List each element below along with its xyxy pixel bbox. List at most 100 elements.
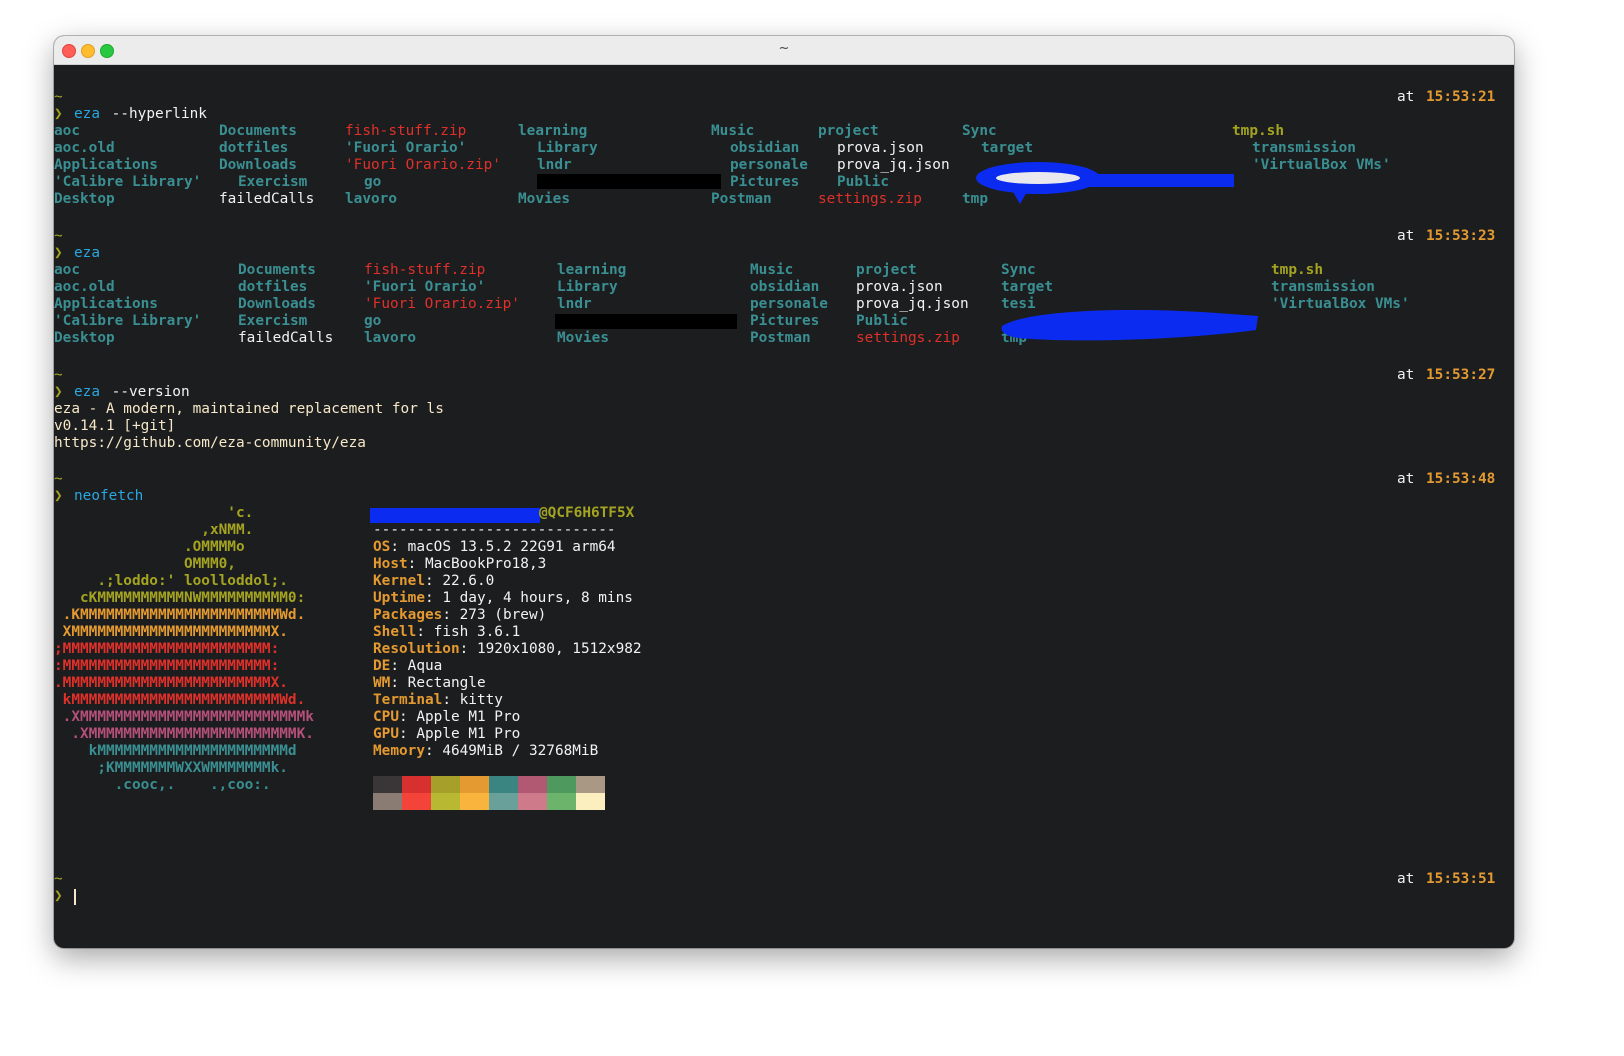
- dir-entry[interactable]: 'Fuori Orario': [345, 140, 466, 157]
- dir-entry[interactable]: Movies: [557, 330, 609, 347]
- dir-entry[interactable]: Music: [711, 123, 754, 140]
- dir-entry[interactable]: go: [364, 174, 381, 191]
- info-value: 273 (brew): [450, 607, 547, 623]
- info-label: CPU: [373, 709, 399, 725]
- dir-entry[interactable]: Music: [750, 262, 793, 279]
- logo-line: .KMMMMMMMMMMMMMMMMMMMMMMMWd.: [54, 607, 306, 623]
- file-entry[interactable]: prova.json: [856, 279, 943, 296]
- dir-entry[interactable]: project: [856, 262, 917, 279]
- dir-entry[interactable]: Pictures: [730, 174, 799, 191]
- info-label: Shell: [373, 624, 417, 640]
- dir-entry[interactable]: Movies: [518, 191, 570, 208]
- output-line[interactable]: https://github.com/eza-community/eza: [54, 435, 366, 452]
- dir-entry[interactable]: Sync: [962, 123, 997, 140]
- logo-line: OMMM0,: [54, 556, 236, 572]
- color-swatch: [402, 793, 431, 810]
- archive-entry[interactable]: 'Fuori Orario.zip': [345, 157, 501, 174]
- script-entry[interactable]: tmp.sh: [1271, 262, 1323, 279]
- text-cursor[interactable]: [74, 889, 76, 905]
- prompt-symbol: ❯: [54, 384, 63, 400]
- info-colon: :: [390, 658, 399, 674]
- dir-entry[interactable]: go: [364, 313, 381, 330]
- dir-entry[interactable]: obsidian: [730, 140, 799, 157]
- dir-entry[interactable]: target: [1001, 279, 1053, 296]
- dir-entry[interactable]: Library: [557, 279, 618, 296]
- dir-entry[interactable]: transmission: [1271, 279, 1375, 296]
- dir-entry[interactable]: Exercism: [238, 174, 307, 191]
- dir-entry[interactable]: Library: [537, 140, 598, 157]
- info-colon: :: [399, 726, 408, 742]
- file-entry[interactable]: prova.json: [837, 140, 924, 157]
- color-swatch: [547, 793, 576, 810]
- info-colon: :: [399, 709, 408, 725]
- dir-entry[interactable]: dotfiles: [238, 279, 307, 296]
- script-entry[interactable]: tmp.sh: [1232, 123, 1284, 140]
- dir-entry[interactable]: 'VirtualBox VMs': [1252, 157, 1391, 174]
- dir-entry[interactable]: 'Calibre Library': [54, 174, 201, 191]
- dir-entry[interactable]: lndr: [537, 157, 572, 174]
- dir-entry[interactable]: Postman: [750, 330, 811, 347]
- dir-entry[interactable]: Desktop: [54, 330, 115, 347]
- time-prefix: at: [1397, 228, 1423, 244]
- archive-entry[interactable]: fish-stuff.zip: [345, 123, 466, 140]
- dir-entry[interactable]: 'Calibre Library': [54, 313, 201, 330]
- info-row: GPU: Apple M1 Pro: [373, 726, 520, 743]
- dir-entry[interactable]: 'VirtualBox VMs': [1271, 296, 1410, 313]
- terminal-content[interactable]: ~ at 15:53:21 ❯ eza --hyperlink aoc aoc.…: [54, 64, 1514, 948]
- dir-entry[interactable]: 'Fuori Orario': [364, 279, 485, 296]
- prompt-time: 15:53:27: [1426, 367, 1496, 383]
- dir-entry[interactable]: dotfiles: [219, 140, 288, 157]
- dir-entry[interactable]: Exercism: [238, 313, 307, 330]
- dir-entry[interactable]: transmission: [1252, 140, 1356, 157]
- dir-entry[interactable]: Public: [837, 174, 889, 191]
- dir-entry[interactable]: Applications: [54, 157, 158, 174]
- file-entry[interactable]: prova_jq.json: [856, 296, 969, 313]
- dir-entry[interactable]: aoc.old: [54, 279, 115, 296]
- file-entry[interactable]: failedCalls: [219, 191, 314, 208]
- color-swatch: [518, 793, 547, 810]
- dir-entry[interactable]: learning: [557, 262, 626, 279]
- dir-entry[interactable]: personale: [750, 296, 828, 313]
- dir-entry[interactable]: lavoro: [364, 330, 416, 347]
- dir-entry[interactable]: project: [818, 123, 879, 140]
- command-name: neofetch: [74, 488, 144, 504]
- dir-entry[interactable]: aoc: [54, 262, 80, 279]
- prompt-tilde: ~: [54, 367, 63, 383]
- info-colon: :: [459, 641, 469, 657]
- redaction-bar: [370, 508, 540, 523]
- archive-entry[interactable]: settings.zip: [818, 191, 922, 208]
- file-entry[interactable]: failedCalls: [238, 330, 333, 347]
- dir-entry[interactable]: lndr: [557, 296, 592, 313]
- output-line: v0.14.1 [+git]: [54, 418, 176, 434]
- info-value: 4649MiB / 32768MiB: [433, 743, 599, 759]
- dir-entry[interactable]: Applications: [54, 296, 158, 313]
- color-swatch: [460, 776, 489, 793]
- archive-entry[interactable]: fish-stuff.zip: [364, 262, 485, 279]
- dir-entry[interactable]: personale: [730, 157, 808, 174]
- dir-entry[interactable]: Sync: [1001, 262, 1036, 279]
- dir-entry[interactable]: obsidian: [750, 279, 819, 296]
- redaction-bar: [537, 174, 721, 189]
- logo-line: ;KMMMMMMMWXXWMMMMMMMk.: [54, 760, 288, 776]
- dir-entry[interactable]: Postman: [711, 191, 772, 208]
- dir-entry[interactable]: Downloads: [219, 157, 297, 174]
- dir-entry[interactable]: learning: [518, 123, 587, 140]
- info-label: DE: [373, 658, 391, 674]
- info-colon: :: [390, 675, 399, 691]
- file-entry[interactable]: prova_jq.json: [837, 157, 950, 174]
- dir-entry[interactable]: Public: [856, 313, 908, 330]
- archive-entry[interactable]: settings.zip: [856, 330, 960, 347]
- archive-entry[interactable]: 'Fuori Orario.zip': [364, 296, 520, 313]
- dir-entry[interactable]: Documents: [238, 262, 316, 279]
- dir-entry[interactable]: lavoro: [345, 191, 397, 208]
- dir-entry[interactable]: aoc.old: [54, 140, 115, 157]
- dir-entry[interactable]: Desktop: [54, 191, 115, 208]
- dir-entry[interactable]: aoc: [54, 123, 80, 140]
- color-swatch: [576, 793, 605, 810]
- color-swatch: [431, 793, 460, 810]
- dir-entry[interactable]: Documents: [219, 123, 297, 140]
- dir-entry[interactable]: Pictures: [750, 313, 819, 330]
- logo-line: kMMMMMMMMMMMMMMMMMMMMMMMMWd.: [54, 692, 306, 708]
- dir-entry[interactable]: Downloads: [238, 296, 316, 313]
- info-value: 1 day, 4 hours, 8 mins: [433, 590, 633, 606]
